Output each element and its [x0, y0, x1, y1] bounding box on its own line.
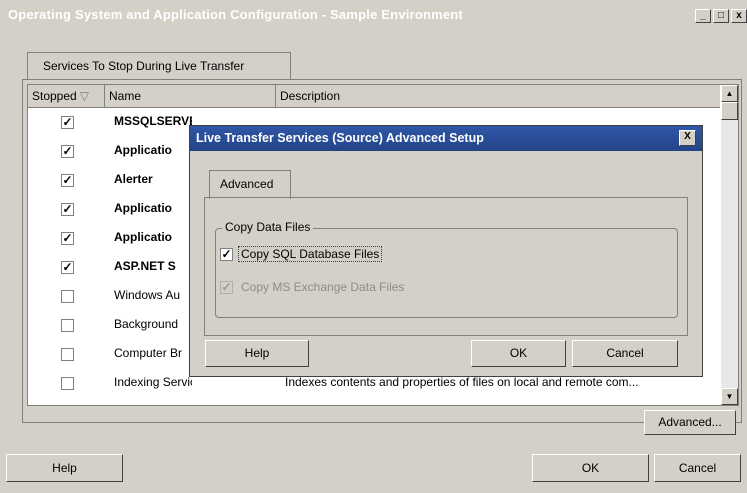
stopped-checkbox[interactable] [61, 348, 74, 361]
copy-exchange-label: Copy MS Exchange Data Files [241, 280, 405, 294]
advanced-setup-dialog: Live Transfer Services (Source) Advanced… [189, 125, 703, 377]
scroll-down-icon[interactable]: ▼ [721, 388, 738, 405]
dialog-title-bar: Live Transfer Services (Source) Advanced… [190, 126, 702, 151]
tab-services-to-stop[interactable]: Services To Stop During Live Transfer [27, 52, 291, 81]
advanced-button[interactable]: Advanced... [644, 410, 736, 435]
stopped-checkbox[interactable]: ✓ [61, 203, 74, 216]
dialog-ok-button[interactable]: OK [471, 340, 566, 367]
service-name: Applicatio [114, 201, 173, 215]
stopped-checkbox[interactable] [61, 377, 74, 390]
service-name: Computer Br [114, 346, 183, 360]
scroll-thumb[interactable] [721, 102, 738, 120]
stopped-checkbox[interactable]: ✓ [61, 232, 74, 245]
ok-button[interactable]: OK [532, 454, 649, 482]
checkbox-checked-icon: ✓ [220, 247, 233, 261]
service-name: Applicatio [114, 143, 173, 157]
dialog-close-icon[interactable]: X [679, 130, 696, 146]
dialog-cancel-button[interactable]: Cancel [572, 340, 678, 367]
stopped-checkbox[interactable]: ✓ [61, 116, 74, 129]
service-name: Alerter [114, 172, 153, 186]
stopped-checkbox[interactable] [61, 290, 74, 303]
tab-advanced[interactable]: Advanced [209, 170, 291, 199]
service-name: MSSQLSERVER [114, 114, 192, 128]
stopped-checkbox[interactable]: ✓ [61, 145, 74, 158]
service-name: Applicatio [114, 230, 173, 244]
window-title: Operating System and Application Configu… [8, 7, 463, 22]
checkbox-disabled-icon: ✓ [220, 280, 233, 294]
copy-data-files-group: Copy Data Files ✓ Copy SQL Database File… [215, 220, 678, 318]
minimize-button[interactable]: _ [695, 9, 711, 23]
maximize-button[interactable]: □ [713, 9, 729, 23]
column-header-name[interactable]: Name [105, 85, 276, 107]
cancel-button[interactable]: Cancel [654, 454, 741, 482]
main-window: Operating System and Application Configu… [0, 0, 747, 493]
service-name: ASP.NET S [114, 259, 176, 273]
sort-arrow-icon: ▽ [79, 89, 89, 103]
copy-sql-label: Copy SQL Database Files [238, 246, 383, 262]
help-button[interactable]: Help [6, 454, 123, 482]
group-label: Copy Data Files [222, 220, 314, 234]
column-header-description[interactable]: Description [276, 85, 720, 107]
stopped-checkbox[interactable]: ✓ [61, 261, 74, 274]
service-name: Windows Au [114, 288, 181, 302]
close-button[interactable]: x [731, 9, 747, 23]
scroll-up-icon[interactable]: ▲ [721, 85, 738, 102]
title-bar: Operating System and Application Configu… [0, 0, 747, 30]
dialog-help-button[interactable]: Help [205, 340, 309, 367]
list-header: Stopped ▽ Name Description [28, 85, 720, 108]
service-name: Background [114, 317, 179, 331]
window-controls: _ □ x [695, 9, 747, 23]
service-description: Indexes contents and properties of files… [285, 375, 639, 389]
vertical-scrollbar[interactable]: ▲ ▼ [721, 85, 738, 405]
column-header-stopped[interactable]: Stopped ▽ [28, 85, 105, 107]
service-name: Indexing Service [114, 375, 192, 389]
dialog-title: Live Transfer Services (Source) Advanced… [196, 131, 484, 145]
stopped-checkbox[interactable]: ✓ [61, 174, 74, 187]
stopped-checkbox[interactable] [61, 319, 74, 332]
